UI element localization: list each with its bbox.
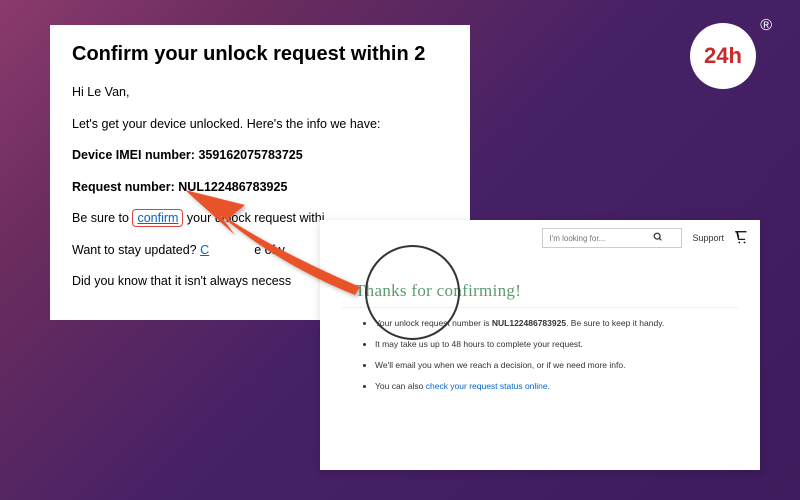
greeting: Hi Le Van, — [72, 84, 448, 102]
confirm-prefix: Be sure to — [72, 211, 132, 225]
registered-icon: ® — [760, 17, 772, 35]
search-icon[interactable] — [653, 232, 667, 245]
email-title: Confirm your unlock request within 2 — [72, 43, 448, 66]
request-row: Request number: NUL122486783925 — [72, 179, 448, 197]
b1-number: NUL122486783925 — [492, 318, 566, 328]
confirmation-panel: Support Thanks for confirming! Your unlo… — [320, 220, 760, 470]
updated-suffix: e of y — [254, 243, 285, 257]
list-item: We'll email you when we reach a decision… — [375, 360, 740, 371]
bullet-list: Your unlock request number is NUL1224867… — [320, 318, 760, 392]
divider — [342, 307, 738, 308]
device-info: Device IMEI number: 359162075783725 Requ… — [72, 147, 448, 196]
imei-row: Device IMEI number: 359162075783725 — [72, 147, 448, 165]
logo-circle: 24h — [690, 23, 756, 89]
support-link[interactable]: Support — [692, 233, 724, 243]
logo-text: 24h — [704, 43, 742, 69]
list-item: It may take us up to 48 hours to complet… — [375, 339, 740, 350]
request-label: Request number: — [72, 180, 175, 194]
confirm-suffix: your unlock request withi — [183, 211, 324, 225]
intro: Let's get your device unlocked. Here's t… — [72, 116, 448, 134]
b4-suffix: . — [548, 381, 550, 391]
check-status-link[interactable]: check your request status online — [426, 381, 548, 391]
list-item: Your unlock request number is NUL1224867… — [375, 318, 740, 329]
list-item: You can also check your request status o… — [375, 381, 740, 392]
cart-icon[interactable] — [734, 230, 748, 247]
request-value: NUL122486783925 — [178, 180, 287, 194]
b1-suffix: . Be sure to keep it handy. — [566, 318, 664, 328]
imei-value: 359162075783725 — [198, 148, 302, 162]
status-link[interactable]: C — [200, 243, 209, 257]
thanks-title: Thanks for confirming! — [355, 281, 760, 301]
b4-prefix: You can also — [375, 381, 426, 391]
logo-24h: 24h ® — [690, 15, 770, 95]
imei-label: Device IMEI number: — [72, 148, 195, 162]
search-input[interactable] — [543, 232, 653, 245]
search-box[interactable] — [542, 228, 682, 248]
confirm-header: Support — [320, 220, 760, 256]
b1-prefix: Your unlock request number is — [375, 318, 492, 328]
updated-prefix: Want to stay updated? — [72, 243, 200, 257]
confirm-link[interactable]: confirm — [132, 209, 183, 227]
